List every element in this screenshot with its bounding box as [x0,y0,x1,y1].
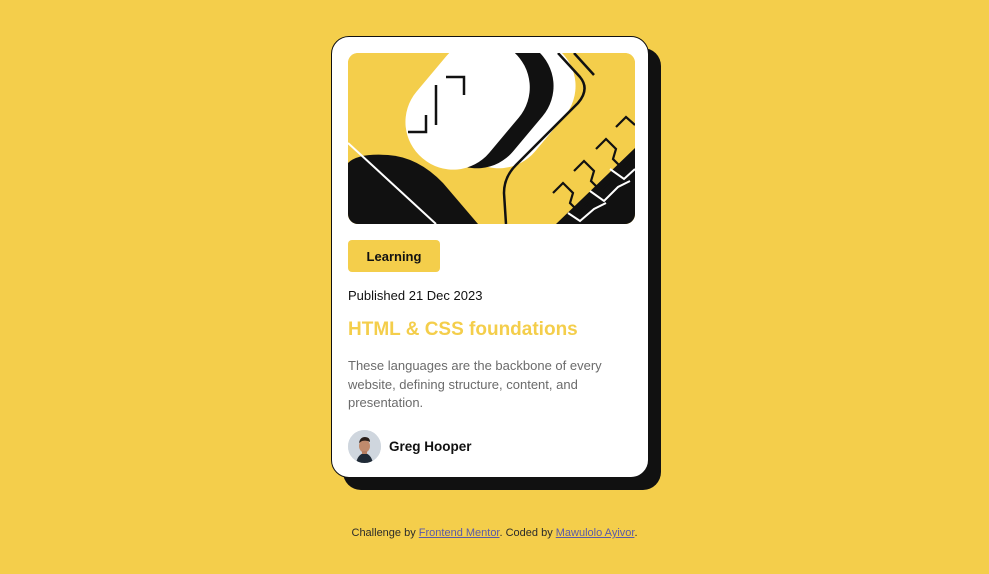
author: Greg Hooper [348,430,472,463]
author-name: Greg Hooper [389,439,472,454]
author-link[interactable]: Mawulolo Ayivor [556,527,635,539]
footer-suffix: . [634,527,638,539]
attribution-footer: Challenge by Frontend Mentor. Coded by M… [0,527,989,539]
footer-prefix: Challenge by [351,527,419,539]
footer-middle: . Coded by [499,527,556,539]
category-tag: Learning [348,240,440,272]
avatar [348,430,381,463]
published-date: Published 21 Dec 2023 [348,288,483,303]
card-description: These languages are the backbone of ever… [348,358,602,410]
frontend-mentor-link[interactable]: Frontend Mentor [419,527,500,539]
blog-preview-card: Learning Published 21 Dec 2023 HTML & CS… [331,36,649,478]
card-title[interactable]: HTML & CSS foundations [348,319,578,341]
illustration-image [348,53,635,224]
